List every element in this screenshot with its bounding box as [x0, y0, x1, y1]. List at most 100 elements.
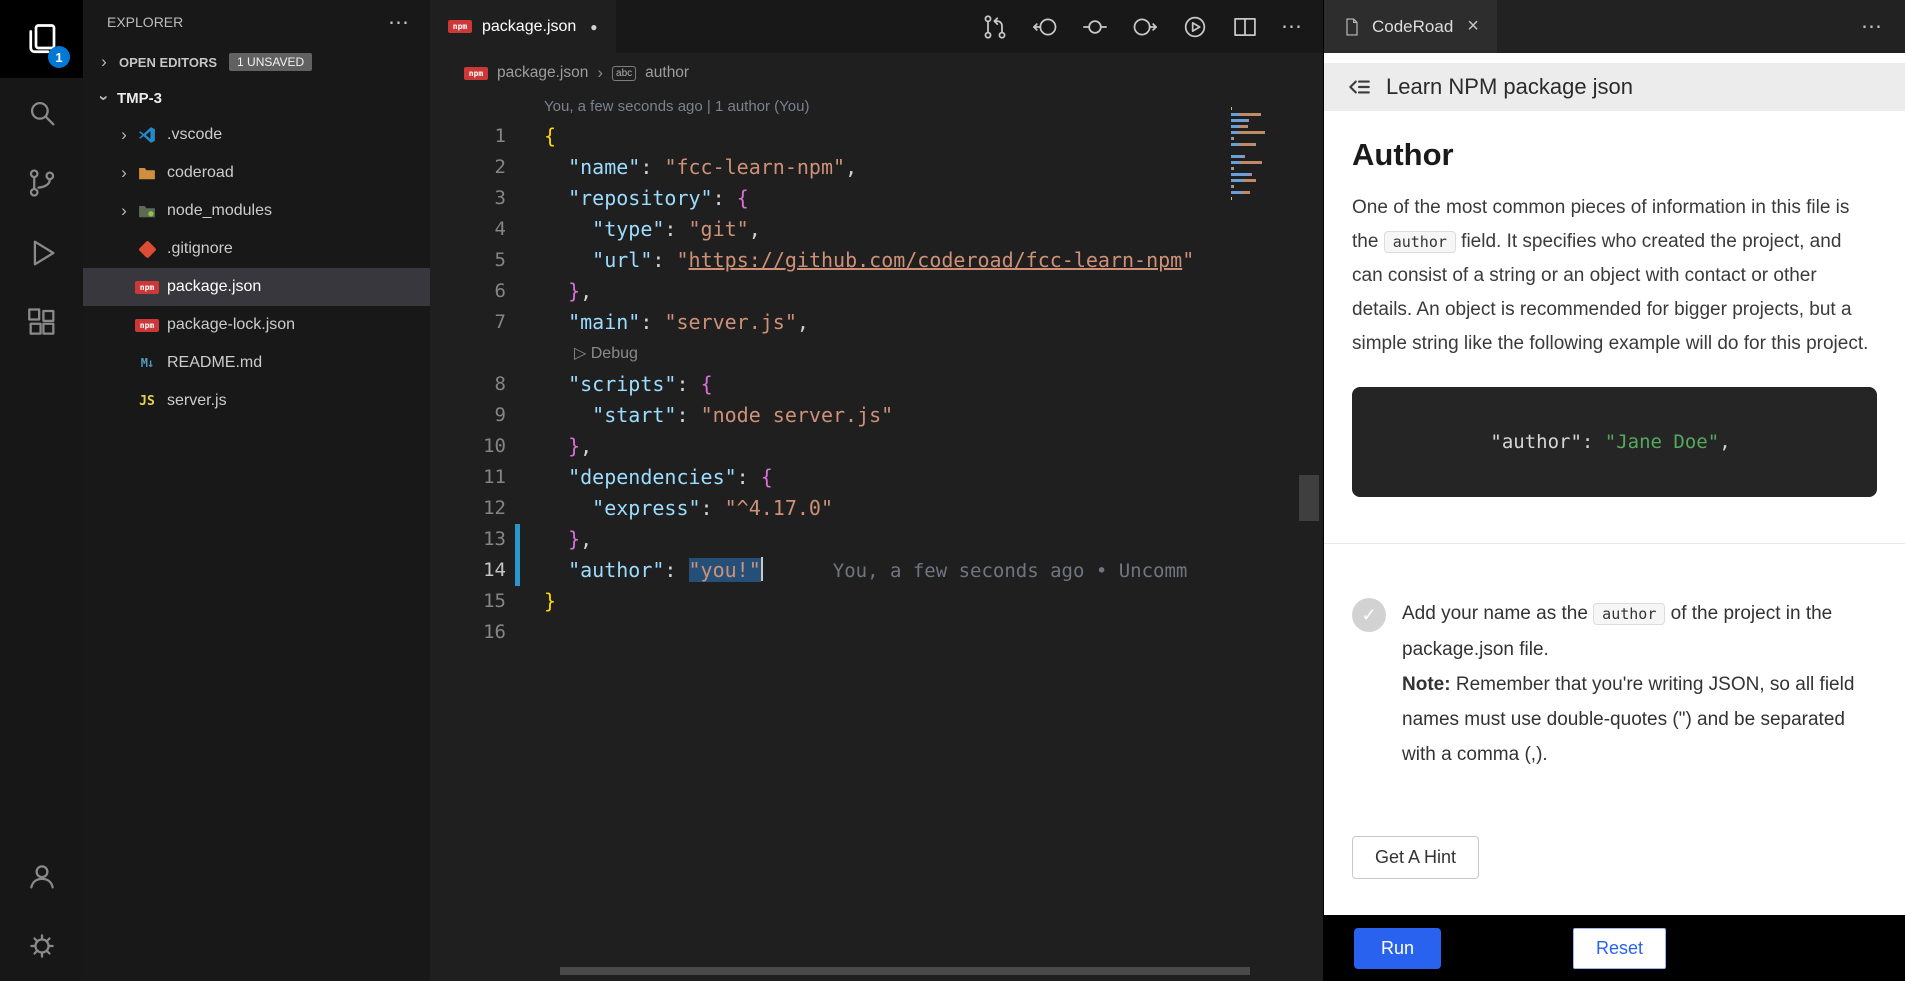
run-circle-icon[interactable] [1181, 13, 1209, 41]
lesson-name: Learn NPM package json [1386, 74, 1633, 100]
search-view-button[interactable] [0, 78, 83, 148]
explorer-badge: 1 [48, 46, 70, 68]
javascript-icon: JS [135, 391, 159, 411]
git-pull-request-icon[interactable] [981, 13, 1009, 41]
code-line[interactable]: 2 "name": "fcc-learn-npm", [430, 152, 1323, 183]
text-cursor [761, 557, 763, 581]
breadcrumb[interactable]: npm package.json › abc author [430, 53, 1323, 93]
codelens-row[interactable]: ▷ Debug [430, 338, 1323, 369]
folder-icon [135, 163, 159, 183]
code-line[interactable]: 16 [430, 617, 1323, 648]
extensions-view-button[interactable] [0, 288, 83, 358]
accounts-button[interactable] [0, 841, 83, 911]
code-line[interactable]: 1{ [430, 121, 1323, 152]
run-button[interactable]: Run [1354, 928, 1441, 969]
code-lines: 1{2 "name": "fcc-learn-npm",3 "repositor… [430, 121, 1323, 648]
step-title: Author [1352, 137, 1877, 173]
code-line[interactable]: 14 "author": "you!"You, a few seconds ag… [430, 555, 1323, 586]
file-row-gitignore[interactable]: .gitignore [83, 230, 430, 268]
coderoad-footer: Run Reset [1324, 915, 1905, 981]
editor-tab-bar: npm package.json ● [430, 0, 1323, 53]
task-text: Add your name as the author of the proje… [1402, 596, 1877, 772]
code-line[interactable]: 6 }, [430, 276, 1323, 307]
inline-blame: You, a few seconds ago • Uncomm [833, 560, 1188, 582]
record-circle-icon[interactable] [1081, 13, 1109, 41]
file-row-server-js[interactable]: JS server.js [83, 382, 430, 420]
settings-button[interactable] [0, 911, 83, 981]
git-icon [135, 239, 159, 259]
code-line[interactable]: 8 "scripts": { [430, 369, 1323, 400]
explorer-more-actions-icon[interactable]: ⋯ [388, 12, 410, 33]
get-a-hint-button[interactable]: Get A Hint [1352, 836, 1479, 879]
file-row-coderoad[interactable]: › coderoad [83, 154, 430, 192]
npm-icon: npm [135, 277, 159, 297]
editor-area: npm package.json ● [430, 0, 1323, 981]
code-line[interactable]: 11 "dependencies": { [430, 462, 1323, 493]
symbol-string-icon: abc [612, 66, 636, 81]
panel-more-actions-icon[interactable]: ⋯ [1861, 16, 1905, 37]
coderoad-panel: CodeRoad × ⋯ Learn NPM package json Auth… [1323, 0, 1905, 981]
navigate-forward-icon[interactable] [1131, 13, 1159, 41]
divider [1324, 543, 1905, 544]
panel-tab-bar: CodeRoad × ⋯ [1324, 0, 1905, 53]
npm-icon: npm [464, 63, 488, 83]
file-row-package-lock-json[interactable]: npm package-lock.json [83, 306, 430, 344]
minimap[interactable] [1231, 107, 1283, 209]
file-row-package-json[interactable]: npm package.json [83, 268, 430, 306]
extensions-icon [25, 306, 59, 340]
step-description: One of the most common pieces of informa… [1352, 191, 1877, 361]
chevron-right-icon: › [95, 52, 113, 72]
code-line[interactable]: 3 "repository": { [430, 183, 1323, 214]
file-row-node-modules[interactable]: › node_modules [83, 192, 430, 230]
scrollbar-thumb[interactable] [1299, 475, 1319, 521]
code-editor[interactable]: You, a few seconds ago | 1 author (You) … [430, 93, 1323, 981]
code-line[interactable]: 10 }, [430, 431, 1323, 462]
inline-code-chip: author [1593, 603, 1665, 625]
file-row-readme-md[interactable]: M↓ README.md [83, 344, 430, 382]
file-icon [1342, 17, 1362, 37]
gear-icon [25, 929, 59, 963]
lesson-back-menu-icon[interactable] [1346, 74, 1372, 100]
close-icon[interactable]: × [1467, 15, 1479, 38]
npm-icon: npm [448, 17, 472, 37]
code-line[interactable]: 4 "type": "git", [430, 214, 1323, 245]
editor-more-actions-icon[interactable]: ⋯ [1281, 16, 1303, 37]
account-icon [25, 859, 59, 893]
split-editor-icon[interactable] [1231, 13, 1259, 41]
run-debug-icon [25, 236, 59, 270]
node-modules-folder-icon [135, 201, 159, 221]
open-editors-header[interactable]: › OPEN EDITORS 1 UNSAVED [83, 44, 430, 80]
navigate-back-icon[interactable] [1031, 13, 1059, 41]
horizontal-scrollbar[interactable] [560, 967, 1250, 975]
source-control-view-button[interactable] [0, 148, 83, 218]
vscode-icon [135, 125, 159, 145]
vscode-window: 1 [0, 0, 1905, 981]
code-line[interactable]: 7 "main": "server.js", [430, 307, 1323, 338]
unsaved-badge: 1 UNSAVED [229, 53, 312, 71]
tab-package-json[interactable]: npm package.json ● [430, 0, 616, 53]
search-icon [25, 96, 59, 130]
task-check-icon: ✓ [1352, 598, 1386, 632]
activity-bar: 1 [0, 0, 83, 981]
file-blame-annotation: You, a few seconds ago | 1 author (You) [430, 93, 1323, 121]
tab-coderoad[interactable]: CodeRoad × [1324, 0, 1497, 53]
chevron-down-icon: › [94, 89, 114, 107]
code-line[interactable]: 15} [430, 586, 1323, 617]
run-debug-view-button[interactable] [0, 218, 83, 288]
coderoad-content: Learn NPM package json Author One of the… [1324, 53, 1905, 915]
unsaved-dot-icon[interactable]: ● [590, 20, 597, 34]
reset-button[interactable]: Reset [1573, 928, 1666, 969]
code-line[interactable]: 13 }, [430, 524, 1323, 555]
chevron-right-icon: › [597, 63, 603, 83]
explorer-view-button[interactable]: 1 [0, 0, 83, 78]
example-code-block: "author": "Jane Doe", [1352, 387, 1877, 497]
tree-root-tmp-3[interactable]: › TMP-3 [83, 80, 430, 116]
npm-icon: npm [135, 315, 159, 335]
task-item: ✓ Add your name as the author of the pro… [1352, 596, 1877, 772]
explorer-sidebar: EXPLORER ⋯ › OPEN EDITORS 1 UNSAVED › TM… [83, 0, 430, 981]
code-line[interactable]: 5 "url": "https://github.com/coderoad/fc… [430, 245, 1323, 276]
file-row-vscode[interactable]: › .vscode [83, 116, 430, 154]
sidebar-title: EXPLORER [107, 14, 183, 30]
code-line[interactable]: 9 "start": "node server.js" [430, 400, 1323, 431]
code-line[interactable]: 12 "express": "^4.17.0" [430, 493, 1323, 524]
